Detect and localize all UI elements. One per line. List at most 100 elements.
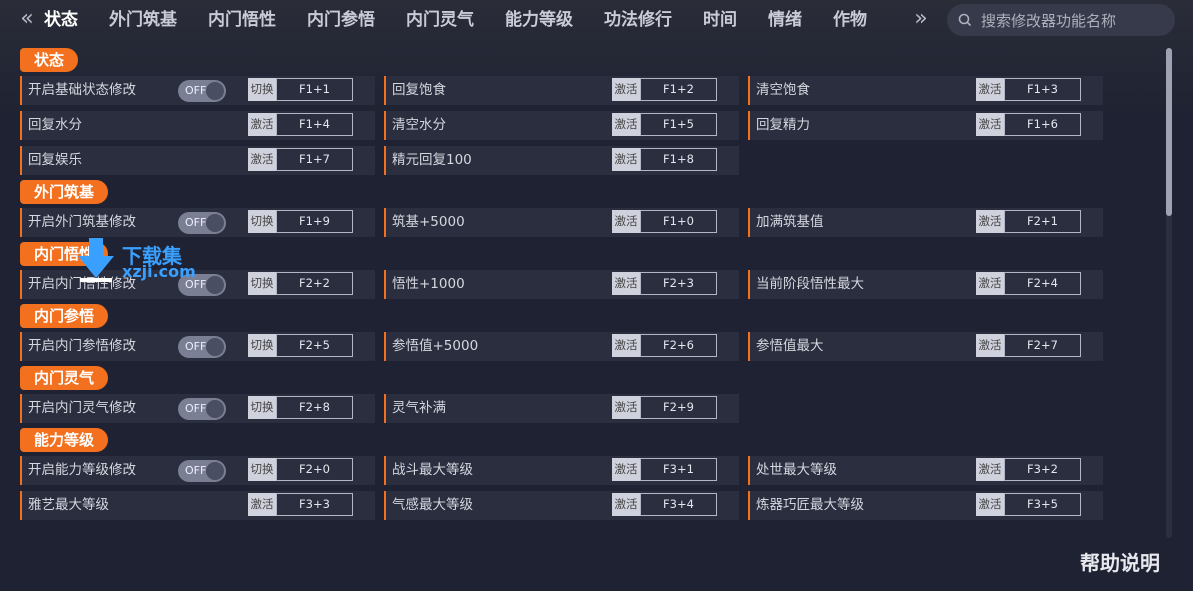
action-button[interactable]: 切换 bbox=[248, 210, 276, 233]
hotkey-field[interactable]: F2+3 bbox=[640, 272, 717, 295]
cheat-label: 开启能力等级修改 bbox=[28, 462, 136, 478]
action-button[interactable]: 激活 bbox=[612, 458, 640, 481]
hotkey-field[interactable]: F2+7 bbox=[1004, 334, 1081, 357]
cheat-row: 开启内门灵气修改 OFF 切换 F2+8 灵气补满 激活 F2+9 bbox=[20, 394, 1160, 425]
hotkey-field[interactable]: F1+4 bbox=[276, 113, 353, 136]
action-button[interactable]: 切换 bbox=[248, 78, 276, 101]
tab-list: 状态 外门筑基 内门悟性 内门参悟 内门灵气 能力等级 功法修行 时间 情绪 作物 bbox=[44, 0, 898, 40]
cheat-label: 回复精力 bbox=[756, 117, 810, 133]
cheat-label: 精元回复100 bbox=[392, 152, 472, 168]
action-button[interactable]: 激活 bbox=[612, 113, 640, 136]
action-button[interactable]: 激活 bbox=[612, 493, 640, 516]
action-button[interactable]: 切换 bbox=[248, 396, 276, 419]
cheat-label: 开启基础状态修改 bbox=[28, 82, 136, 98]
hotkey-field[interactable]: F1+1 bbox=[276, 78, 353, 101]
search-input[interactable] bbox=[979, 4, 1173, 38]
hotkey-field[interactable]: F2+4 bbox=[1004, 272, 1081, 295]
tab-0[interactable]: 状态 bbox=[44, 0, 78, 40]
hotkey-field[interactable]: F2+6 bbox=[640, 334, 717, 357]
cheat-list: 状态 开启基础状态修改 OFF 切换 F1+1 回复饱食 激活 F1+2 清空饱食 激活 F1+3 回… bbox=[20, 48, 1160, 525]
action-button[interactable]: 激活 bbox=[612, 78, 640, 101]
tab-8[interactable]: 情绪 bbox=[768, 0, 802, 40]
search-box[interactable] bbox=[947, 4, 1175, 38]
action-button[interactable]: 激活 bbox=[976, 210, 1004, 233]
section: 内门灵气 开启内门灵气修改 OFF 切换 F2+8 灵气补满 激活 F2+9 bbox=[20, 366, 1160, 425]
toggle-switch[interactable]: OFF bbox=[178, 80, 226, 102]
cheat-label: 清空饱食 bbox=[756, 82, 810, 98]
tab-5[interactable]: 能力等级 bbox=[505, 0, 573, 40]
tab-2[interactable]: 内门悟性 bbox=[208, 0, 276, 40]
section: 外门筑基 开启外门筑基修改 OFF 切换 F1+9 筑基+5000 激活 F1+0 加满筑基值激… bbox=[20, 180, 1160, 239]
cheat-item: 当前阶段悟性最大 激活 F2+4 bbox=[748, 270, 1103, 299]
section: 状态 开启基础状态修改 OFF 切换 F1+1 回复饱食 激活 F1+2 清空饱食 激活 F1+3 回… bbox=[20, 48, 1160, 177]
action-button[interactable]: 切换 bbox=[248, 458, 276, 481]
cheat-item: 清空水分 激活 F1+5 bbox=[384, 111, 739, 140]
hotkey-field[interactable]: F1+7 bbox=[276, 148, 353, 171]
chevron-right-double-icon[interactable]: » bbox=[908, 6, 934, 32]
hotkey-field[interactable]: F2+9 bbox=[640, 396, 717, 419]
hotkey-field[interactable]: F3+2 bbox=[1004, 458, 1081, 481]
cheat-label: 处世最大等级 bbox=[756, 462, 837, 478]
cheat-item: 回复娱乐 激活 F1+7 bbox=[20, 146, 375, 175]
action-button[interactable]: 激活 bbox=[976, 113, 1004, 136]
cheat-label: 悟性+1000 bbox=[392, 276, 465, 292]
hotkey-field[interactable]: F1+0 bbox=[640, 210, 717, 233]
action-button[interactable]: 激活 bbox=[248, 493, 276, 516]
hotkey-field[interactable]: F2+2 bbox=[276, 272, 353, 295]
hotkey-field[interactable]: F2+0 bbox=[276, 458, 353, 481]
empty-cell bbox=[748, 146, 1103, 175]
scrollbar[interactable] bbox=[1166, 48, 1172, 538]
cheat-item: 气感最大等级 激活 F3+4 bbox=[384, 491, 739, 520]
hotkey-field[interactable]: F3+5 bbox=[1004, 493, 1081, 516]
cheat-item: 回复精力 激活 F1+6 bbox=[748, 111, 1103, 140]
cheat-label: 加满筑基值 bbox=[756, 214, 824, 230]
cheat-label: 雅艺最大等级 bbox=[28, 497, 109, 513]
cheat-item: 开启能力等级修改 OFF 切换 F2+0 bbox=[20, 456, 375, 485]
empty-cell bbox=[748, 394, 1103, 423]
action-button[interactable]: 激活 bbox=[976, 272, 1004, 295]
tab-7[interactable]: 时间 bbox=[703, 0, 737, 40]
hotkey-field[interactable]: F3+4 bbox=[640, 493, 717, 516]
toggle-switch[interactable]: OFF bbox=[178, 212, 226, 234]
cheat-item: 开启内门灵气修改 OFF 切换 F2+8 bbox=[20, 394, 375, 423]
action-button[interactable]: 激活 bbox=[248, 148, 276, 171]
hotkey-field[interactable]: F2+8 bbox=[276, 396, 353, 419]
cheat-item: 开启内门参悟修改 OFF 切换 F2+5 bbox=[20, 332, 375, 361]
cheat-item: 炼器巧匠最大等级 激活 F3+5 bbox=[748, 491, 1103, 520]
scrollbar-thumb[interactable] bbox=[1166, 48, 1172, 216]
tab-6[interactable]: 功法修行 bbox=[604, 0, 672, 40]
tab-4[interactable]: 内门灵气 bbox=[406, 0, 474, 40]
hotkey-field[interactable]: F1+9 bbox=[276, 210, 353, 233]
action-button[interactable]: 激活 bbox=[612, 396, 640, 419]
action-button[interactable]: 激活 bbox=[612, 272, 640, 295]
action-button[interactable]: 激活 bbox=[976, 458, 1004, 481]
hotkey-field[interactable]: F1+8 bbox=[640, 148, 717, 171]
hotkey-field[interactable]: F1+2 bbox=[640, 78, 717, 101]
tab-3[interactable]: 内门参悟 bbox=[307, 0, 375, 40]
hotkey-field[interactable]: F1+5 bbox=[640, 113, 717, 136]
cheat-item: 悟性+1000 激活 F2+3 bbox=[384, 270, 739, 299]
action-button[interactable]: 激活 bbox=[612, 148, 640, 171]
action-button[interactable]: 切换 bbox=[248, 272, 276, 295]
action-button[interactable]: 激活 bbox=[976, 78, 1004, 101]
toggle-switch[interactable]: OFF bbox=[178, 460, 226, 482]
cheat-label: 开启内门参悟修改 bbox=[28, 338, 136, 354]
action-button[interactable]: 激活 bbox=[248, 113, 276, 136]
hotkey-field[interactable]: F1+3 bbox=[1004, 78, 1081, 101]
action-button[interactable]: 激活 bbox=[612, 334, 640, 357]
toggle-switch[interactable]: OFF bbox=[178, 398, 226, 420]
hotkey-field[interactable]: F2+5 bbox=[276, 334, 353, 357]
action-button[interactable]: 激活 bbox=[976, 334, 1004, 357]
hotkey-field[interactable]: F1+6 bbox=[1004, 113, 1081, 136]
action-button[interactable]: 激活 bbox=[612, 210, 640, 233]
toggle-switch[interactable]: OFF bbox=[178, 336, 226, 358]
action-button[interactable]: 切换 bbox=[248, 334, 276, 357]
hotkey-field[interactable]: F3+1 bbox=[640, 458, 717, 481]
help-button[interactable]: 帮助说明 bbox=[1080, 547, 1160, 576]
chevron-left-double-icon[interactable]: « bbox=[14, 6, 40, 32]
hotkey-field[interactable]: F3+3 bbox=[276, 493, 353, 516]
action-button[interactable]: 激活 bbox=[976, 493, 1004, 516]
tab-9[interactable]: 作物 bbox=[833, 0, 867, 40]
tab-1[interactable]: 外门筑基 bbox=[109, 0, 177, 40]
hotkey-field[interactable]: F2+1 bbox=[1004, 210, 1081, 233]
